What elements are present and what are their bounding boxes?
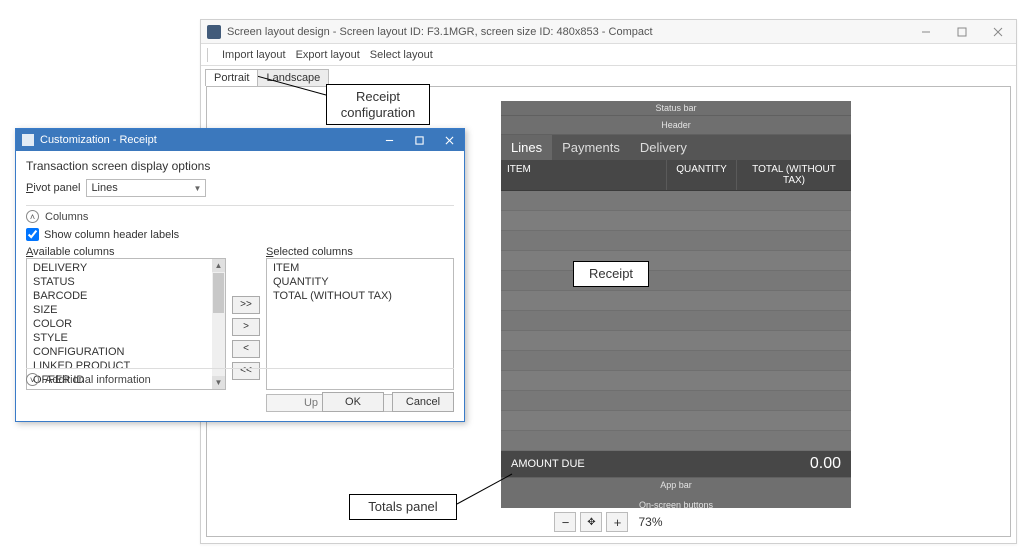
designer-title: Screen layout design - Screen layout ID:… (227, 26, 908, 38)
menu-bar: Import layout Export layout Select layou… (201, 44, 1016, 66)
dialog-icon (22, 134, 34, 146)
zoom-bar: − ✥ + 73% (207, 508, 1010, 536)
preview-onscreen-buttons: On-screen buttons (501, 492, 851, 508)
list-item[interactable]: SIZE (27, 303, 225, 317)
preview-tab-lines[interactable]: Lines (501, 135, 552, 160)
preview-rows (501, 191, 851, 451)
menu-select-layout[interactable]: Select layout (370, 49, 433, 61)
pivot-panel-label: Pivot panel (26, 182, 80, 194)
list-item[interactable]: CONFIGURATION (27, 345, 225, 359)
zoom-in-button[interactable]: + (606, 512, 628, 532)
available-columns-label: Available columns (26, 246, 226, 258)
list-item[interactable]: STATUS (27, 275, 225, 289)
dialog-title-bar[interactable]: Customization - Receipt (16, 129, 464, 151)
move-all-right-button[interactable]: >> (232, 296, 260, 314)
section-columns[interactable]: ˄ Columns (26, 210, 454, 223)
preview-totals: AMOUNT DUE 0.00 (501, 451, 851, 477)
callout-receipt-config: Receipt configuration (326, 84, 430, 125)
zoom-value: 73% (638, 515, 662, 529)
scroll-thumb[interactable] (213, 273, 224, 313)
totals-label: AMOUNT DUE (511, 458, 585, 470)
zoom-out-button[interactable]: − (554, 512, 576, 532)
col-total: TOTAL (WITHOUT TAX) (736, 160, 851, 190)
col-item: ITEM (501, 160, 666, 190)
app-icon (207, 25, 221, 39)
preview-app-bar: App bar (501, 477, 851, 492)
preview-column-header: ITEM QUANTITY TOTAL (WITHOUT TAX) (501, 160, 851, 191)
list-item[interactable]: BARCODE (27, 289, 225, 303)
dialog-maximize-button[interactable] (404, 129, 434, 151)
preview-tab-delivery[interactable]: Delivery (630, 135, 697, 160)
menu-export-layout[interactable]: Export layout (296, 49, 360, 61)
section-additional-info[interactable]: ˅ Additional information (26, 368, 454, 386)
tab-portrait[interactable]: Portrait (205, 69, 258, 86)
expand-icon: ˅ (26, 373, 39, 386)
menu-separator (207, 48, 208, 62)
move-left-button[interactable]: < (232, 340, 260, 358)
preview-header: Header (501, 116, 851, 135)
collapse-icon: ˄ (26, 210, 39, 223)
pivot-panel-combo[interactable]: Lines ▼ (86, 179, 206, 197)
close-button[interactable] (980, 20, 1016, 44)
dialog-heading: Transaction screen display options (26, 159, 454, 173)
list-item[interactable]: ITEM (267, 261, 453, 275)
cancel-button[interactable]: Cancel (392, 392, 454, 412)
minimize-button[interactable] (908, 20, 944, 44)
ok-button[interactable]: OK (322, 392, 384, 412)
dialog-title: Customization - Receipt (40, 134, 374, 146)
totals-value: 0.00 (810, 455, 841, 473)
callout-totals-panel: Totals panel (349, 494, 457, 520)
list-item[interactable]: QUANTITY (267, 275, 453, 289)
move-right-button[interactable]: > (232, 318, 260, 336)
show-column-header-labels-checkbox[interactable] (26, 228, 39, 241)
preview-tab-payments[interactable]: Payments (552, 135, 630, 160)
pivot-panel-value: Lines (91, 182, 117, 194)
selected-columns-label: Selected columns (266, 246, 454, 258)
scroll-up-icon[interactable]: ▲ (212, 259, 225, 272)
tab-landscape[interactable]: Landscape (257, 69, 329, 86)
receipt-preview[interactable]: Status bar Header Lines Payments Deliver… (501, 101, 851, 508)
show-column-header-labels-label: Show column header labels (44, 229, 179, 241)
list-item[interactable]: DELIVERY (27, 261, 225, 275)
menu-import-layout[interactable]: Import layout (222, 49, 286, 61)
customization-dialog: Customization - Receipt Transaction scre… (15, 128, 465, 422)
zoom-fit-button[interactable]: ✥ (580, 512, 602, 532)
list-item[interactable]: ORIGINAL PRICE (27, 387, 225, 390)
orientation-tabs: Portrait Landscape (201, 66, 1016, 86)
list-item[interactable]: STYLE (27, 331, 225, 345)
list-item[interactable]: COLOR (27, 317, 225, 331)
list-item[interactable]: TOTAL (WITHOUT TAX) (267, 289, 453, 303)
maximize-button[interactable] (944, 20, 980, 44)
designer-title-bar: Screen layout design - Screen layout ID:… (201, 20, 1016, 44)
dialog-minimize-button[interactable] (374, 129, 404, 151)
preview-status-bar: Status bar (501, 101, 851, 116)
dialog-close-button[interactable] (434, 129, 464, 151)
callout-receipt: Receipt (573, 261, 649, 287)
preview-tabs: Lines Payments Delivery (501, 135, 851, 160)
col-quantity: QUANTITY (666, 160, 736, 190)
chevron-down-icon: ▼ (194, 184, 202, 193)
